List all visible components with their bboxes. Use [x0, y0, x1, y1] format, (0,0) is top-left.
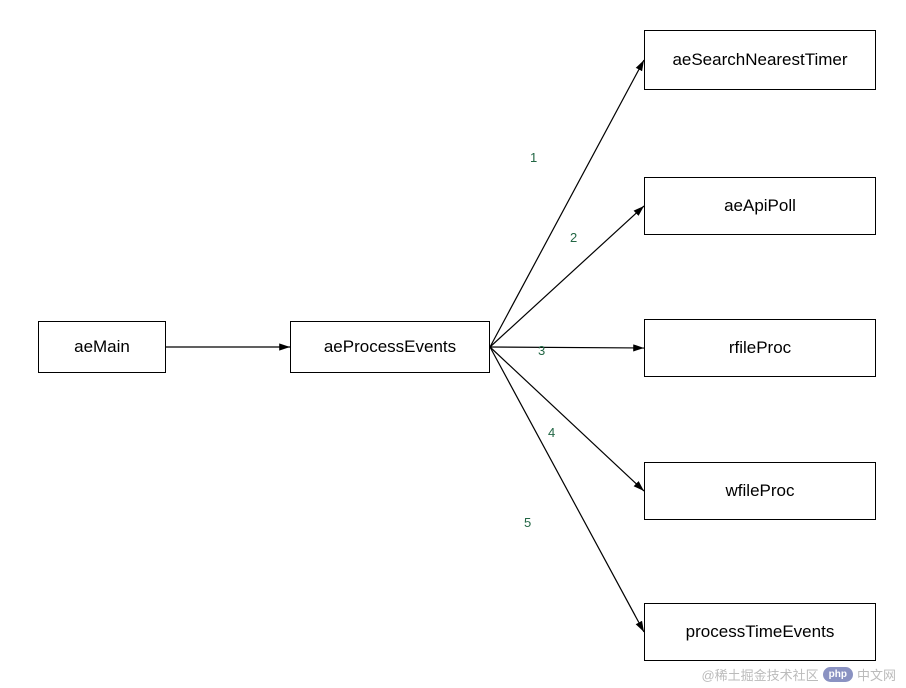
php-badge: php — [823, 667, 853, 682]
node-processTimeEvents: processTimeEvents — [644, 603, 876, 661]
node-wfileProc: wfileProc — [644, 462, 876, 520]
edge-aeProcessEvents-aeSearchNearestTimer — [490, 60, 644, 347]
edge-label-4: 4 — [548, 425, 555, 440]
edge-aeProcessEvents-aeApiPoll — [490, 206, 644, 347]
edge-label-3: 3 — [538, 343, 545, 358]
edge-aeProcessEvents-wfileProc — [490, 347, 644, 491]
node-aeApiPoll: aeApiPoll — [644, 177, 876, 235]
node-aeProcessEvents: aeProcessEvents — [290, 321, 490, 373]
edge-label-2: 2 — [570, 230, 577, 245]
watermark: @稀土掘金技术社区 php 中文网 — [701, 665, 896, 684]
edge-label-5: 5 — [524, 515, 531, 530]
edge-aeProcessEvents-rfileProc — [490, 347, 644, 348]
node-rfileProc: rfileProc — [644, 319, 876, 377]
watermark-text: @稀土掘金技术社区 — [701, 665, 818, 684]
node-aeSearchNearestTimer: aeSearchNearestTimer — [644, 30, 876, 90]
edge-label-1: 1 — [530, 150, 537, 165]
edge-aeProcessEvents-processTimeEvents — [490, 347, 644, 632]
node-aeMain: aeMain — [38, 321, 166, 373]
watermark-suffix: 中文网 — [857, 665, 896, 684]
